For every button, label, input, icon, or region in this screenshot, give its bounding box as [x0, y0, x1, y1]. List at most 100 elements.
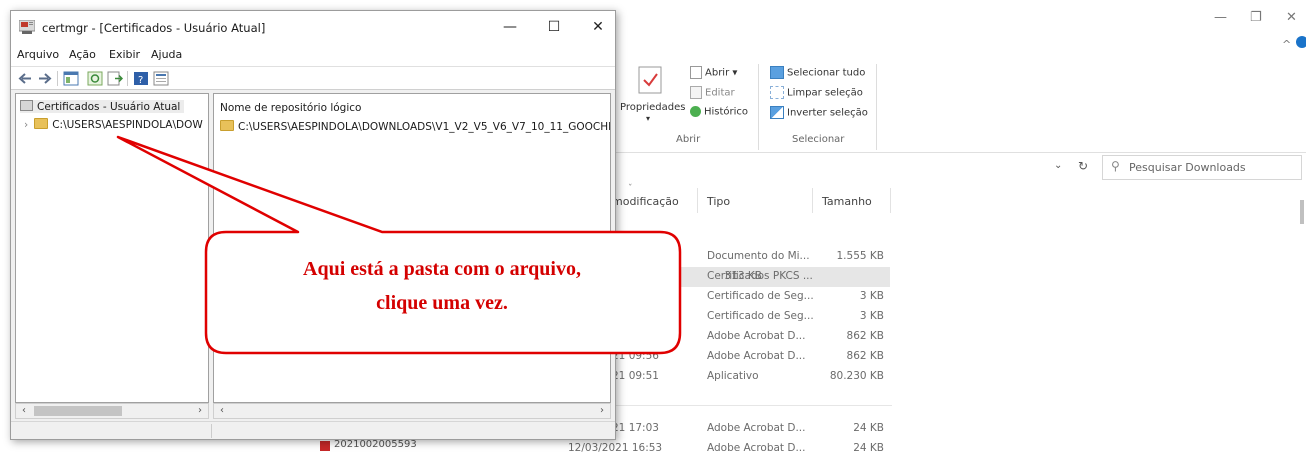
history-icon	[690, 106, 701, 117]
open-group-label: Abrir	[676, 134, 701, 145]
vertical-scrollbar-thumb[interactable]	[1300, 200, 1304, 224]
left-horizontal-scrollbar[interactable]: ‹ ›	[15, 403, 209, 419]
ribbon-divider	[612, 152, 1306, 153]
window-title: certmgr - [Certificados - Usuário Atual]	[42, 21, 266, 35]
minimize-button[interactable]: —	[488, 15, 532, 39]
column-header-store-name[interactable]: Nome de repositório lógico	[220, 102, 361, 114]
file-size: 862 KB	[846, 330, 884, 342]
clear-selection-button[interactable]: Limpar seleção	[770, 86, 863, 99]
file-type: Adobe Acrobat D...	[707, 442, 806, 454]
edit-button[interactable]: Editar	[690, 86, 735, 99]
file-date: 21 17:03	[612, 422, 659, 434]
scroll-right-icon[interactable]: ›	[594, 404, 610, 418]
file-size: 3 KB	[859, 290, 884, 302]
invert-selection-button[interactable]: Inverter seleção	[770, 106, 868, 119]
scrollbar-thumb[interactable]	[34, 406, 122, 416]
file-row[interactable]: Certificado de Seg... 3 KB	[612, 287, 1012, 307]
maximize-button[interactable]: ☐	[532, 15, 576, 39]
tree-item-folder[interactable]: › C:\USERS\AESPINDOLA\DOW	[24, 118, 203, 131]
properties-label: Propriedades	[620, 102, 686, 113]
file-type: Adobe Acrobat D...	[707, 422, 806, 434]
console-tree-icon[interactable]	[63, 71, 79, 86]
help-icon[interactable]: ?	[133, 71, 149, 86]
console-tree-pane: Certificados - Usuário Atual › C:\USERS\A…	[15, 93, 209, 403]
help-icon[interactable]	[1296, 36, 1306, 48]
column-header-type[interactable]: Tipo	[707, 195, 730, 208]
ribbon-separator	[876, 64, 877, 150]
invert-selection-icon	[770, 106, 784, 119]
column-separator[interactable]	[812, 188, 813, 213]
close-button[interactable]: ✕	[576, 15, 620, 39]
back-icon[interactable]	[17, 71, 33, 86]
svg-text:?: ?	[138, 75, 143, 86]
properties-dropdown-icon[interactable]: ▾	[646, 114, 650, 123]
refresh-icon[interactable]	[87, 71, 103, 86]
history-button[interactable]: Histórico	[690, 106, 748, 118]
file-size: 3 KB	[859, 310, 884, 322]
pdf-file-icon	[320, 441, 330, 451]
open-button[interactable]: Abrir ▾	[690, 66, 737, 79]
file-size: 80.230 KB	[829, 370, 884, 382]
address-dropdown-icon[interactable]: ⌄	[1054, 160, 1062, 171]
sort-indicator-icon: ˇ	[628, 184, 633, 194]
list-item[interactable]: C:\USERS\AESPINDOLA\DOWNLOADS\V1_V2_V5_V…	[220, 120, 610, 133]
menu-bar: Arquivo Ação Exibir Ajuda	[11, 44, 615, 66]
certmgr-window: certmgr - [Certificados - Usuário Atual]…	[10, 10, 616, 440]
file-row[interactable]: Documento do Mi... 1.555 KB	[612, 247, 1012, 267]
menu-ajuda[interactable]: Ajuda	[151, 48, 182, 61]
file-size: 24 KB	[853, 442, 884, 454]
file-type: Adobe Acrobat D...	[707, 350, 806, 362]
file-type: Certificado de Seg...	[707, 310, 814, 322]
menu-acao[interactable]: Ação	[69, 48, 96, 61]
file-row[interactable]: Certificados PKCS ... 313 KB	[612, 267, 890, 287]
file-type: Documento do Mi...	[707, 250, 810, 262]
expand-chevron-icon[interactable]: ›	[24, 119, 28, 131]
file-size: 24 KB	[853, 422, 884, 434]
file-row[interactable]: Certificado de Seg... 3 KB	[612, 307, 1012, 327]
explorer-minimize-button[interactable]: —	[1214, 10, 1227, 25]
file-type: Adobe Acrobat D...	[707, 330, 806, 342]
file-row[interactable]: 21 09:56 Adobe Acrobat D... 862 KB	[612, 347, 1012, 367]
file-date: 21 09:51	[612, 370, 659, 382]
file-row[interactable]: 21 09:51 Aplicativo 80.230 KB	[612, 367, 1012, 387]
forward-icon[interactable]	[37, 71, 53, 86]
right-horizontal-scrollbar[interactable]: ‹ ›	[213, 403, 611, 419]
ribbon-collapse-icon[interactable]: ^	[1282, 38, 1291, 51]
column-header-modified[interactable]: modificação	[612, 195, 679, 208]
select-group-label: Selecionar	[792, 134, 845, 145]
file-name[interactable]: 2021002005593	[334, 439, 417, 450]
properties-icon	[638, 66, 662, 94]
file-size: 313 KB	[724, 270, 762, 282]
open-icon	[690, 66, 702, 79]
menu-exibir[interactable]: Exibir	[109, 48, 140, 61]
menu-arquivo[interactable]: Arquivo	[17, 48, 59, 61]
scroll-left-icon[interactable]: ‹	[214, 404, 230, 418]
folder-icon	[220, 120, 234, 131]
select-all-button[interactable]: Selecionar tudo	[770, 66, 865, 79]
file-size: 1.555 KB	[836, 250, 885, 262]
refresh-icon[interactable]: ↻	[1078, 159, 1088, 173]
properties-icon[interactable]	[153, 71, 169, 86]
explorer-restore-button[interactable]: ❐	[1250, 10, 1262, 25]
explorer-close-button[interactable]: ✕	[1286, 10, 1297, 25]
properties-button[interactable]: Propriedades ▾	[620, 64, 686, 124]
certmgr-app-icon	[19, 20, 35, 34]
result-pane: Nome de repositório lógico C:\USERS\AESP…	[213, 93, 611, 403]
export-list-icon[interactable]	[107, 71, 123, 86]
scroll-right-icon[interactable]: ›	[192, 404, 208, 418]
search-input[interactable]: ⚲ Pesquisar Downloads	[1102, 155, 1302, 180]
select-all-icon	[770, 66, 784, 79]
folder-icon	[34, 118, 49, 129]
title-bar[interactable]: certmgr - [Certificados - Usuário Atual]…	[11, 11, 615, 44]
toolbar-separator	[57, 71, 58, 86]
file-type: Aplicativo	[707, 370, 759, 382]
file-type: Certificado de Seg...	[707, 290, 814, 302]
column-header-size[interactable]: Tamanho	[822, 195, 872, 208]
column-separator[interactable]	[697, 188, 698, 213]
file-row[interactable]: 21 17:03 Adobe Acrobat D... 24 KB	[612, 419, 1012, 439]
scroll-left-icon[interactable]: ‹	[16, 404, 32, 418]
file-row[interactable]: 12/03/2021 16:53 Adobe Acrobat D... 24 KB	[568, 439, 1012, 459]
file-row[interactable]: Adobe Acrobat D... 862 KB	[612, 327, 1012, 347]
tree-item-root[interactable]: Certificados - Usuário Atual	[20, 100, 185, 113]
column-separator[interactable]	[890, 188, 891, 213]
